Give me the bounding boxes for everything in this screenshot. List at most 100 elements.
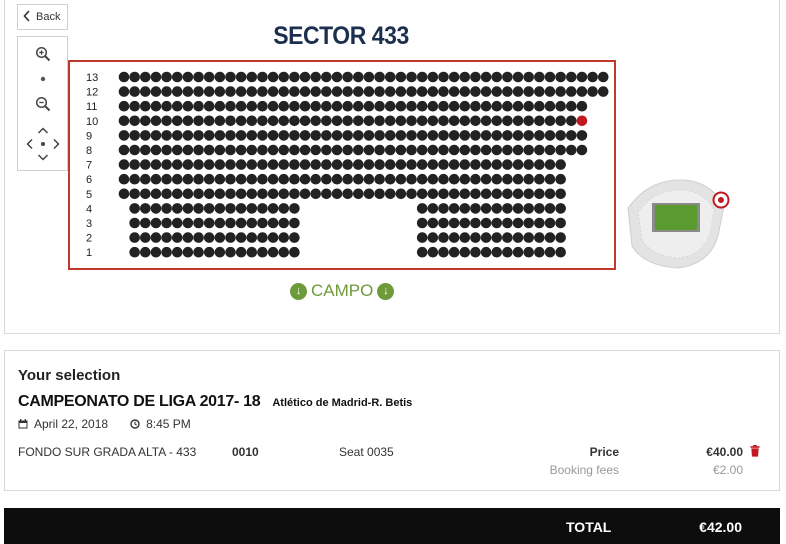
seat[interactable] <box>225 232 236 243</box>
seat[interactable] <box>427 130 439 141</box>
seat[interactable] <box>459 144 471 156</box>
seat[interactable] <box>384 173 396 185</box>
seat[interactable] <box>267 115 279 127</box>
seat[interactable] <box>353 115 364 127</box>
seat[interactable] <box>512 173 524 185</box>
seat[interactable] <box>491 217 503 229</box>
seat[interactable] <box>544 71 556 83</box>
seat[interactable] <box>587 86 598 97</box>
seat[interactable] <box>544 232 556 243</box>
seat[interactable] <box>363 100 375 112</box>
seat[interactable] <box>384 159 396 170</box>
seat[interactable] <box>502 203 513 214</box>
seat[interactable] <box>502 173 513 185</box>
seat[interactable] <box>331 71 343 83</box>
seat[interactable] <box>480 188 492 200</box>
seat[interactable] <box>427 203 439 214</box>
seat[interactable] <box>544 86 556 97</box>
seat[interactable] <box>384 188 396 200</box>
seat[interactable] <box>502 159 513 170</box>
seat[interactable] <box>321 71 332 83</box>
seat[interactable] <box>544 130 556 141</box>
seat[interactable] <box>289 130 300 141</box>
seat[interactable] <box>470 232 481 243</box>
seat[interactable] <box>363 173 375 185</box>
seat[interactable] <box>150 130 162 141</box>
seat[interactable] <box>129 203 140 214</box>
seat[interactable] <box>448 246 460 258</box>
seat[interactable] <box>523 232 534 243</box>
seat[interactable] <box>502 232 513 243</box>
seat[interactable] <box>129 86 140 97</box>
seat[interactable] <box>342 86 353 97</box>
seat[interactable] <box>448 159 460 170</box>
seat[interactable] <box>331 188 343 200</box>
seat[interactable] <box>140 86 151 97</box>
seat[interactable] <box>129 130 140 141</box>
seat[interactable] <box>150 159 162 170</box>
seat[interactable] <box>534 144 545 156</box>
seat[interactable] <box>331 100 343 112</box>
seat[interactable] <box>214 173 226 185</box>
seat[interactable] <box>161 86 172 97</box>
seat[interactable] <box>235 100 247 112</box>
seat[interactable] <box>246 217 258 229</box>
seat[interactable] <box>150 173 162 185</box>
seat[interactable] <box>214 246 226 258</box>
seat[interactable] <box>161 246 172 258</box>
seat[interactable] <box>267 203 279 214</box>
seat[interactable] <box>406 159 417 170</box>
seat[interactable] <box>203 100 215 112</box>
seat[interactable] <box>150 86 162 97</box>
seat[interactable] <box>278 144 290 156</box>
seat[interactable] <box>384 130 396 141</box>
seat[interactable] <box>257 203 268 214</box>
seat[interactable] <box>470 144 481 156</box>
seat[interactable] <box>491 246 503 258</box>
seat[interactable] <box>225 100 236 112</box>
seat[interactable] <box>289 232 300 243</box>
seat[interactable] <box>203 232 215 243</box>
seat[interactable] <box>129 115 140 127</box>
seat[interactable] <box>395 144 407 156</box>
seat[interactable] <box>161 173 172 185</box>
seat[interactable] <box>566 130 577 141</box>
seat[interactable] <box>363 188 375 200</box>
seat[interactable] <box>278 246 290 258</box>
seat[interactable] <box>246 246 258 258</box>
seat[interactable] <box>597 86 609 97</box>
seat[interactable] <box>384 86 396 97</box>
zoom-out-icon[interactable] <box>18 95 67 113</box>
seat[interactable] <box>171 188 183 200</box>
seat[interactable] <box>214 115 226 127</box>
seat[interactable] <box>267 246 279 258</box>
seat[interactable] <box>267 159 279 170</box>
seat[interactable] <box>597 71 609 83</box>
seat[interactable] <box>374 100 385 112</box>
seat[interactable] <box>512 144 524 156</box>
seat[interactable] <box>353 71 364 83</box>
seat[interactable] <box>182 86 194 97</box>
seat[interactable] <box>140 159 151 170</box>
seat[interactable] <box>491 130 503 141</box>
seat[interactable] <box>225 217 236 229</box>
seat[interactable] <box>267 130 279 141</box>
seat[interactable] <box>246 86 258 97</box>
seat[interactable] <box>566 115 577 127</box>
seat[interactable] <box>150 246 162 258</box>
seat[interactable] <box>246 159 258 170</box>
seat[interactable] <box>267 232 279 243</box>
seat[interactable] <box>235 159 247 170</box>
seat[interactable] <box>140 246 151 258</box>
seat[interactable] <box>203 71 215 83</box>
seat[interactable] <box>406 188 417 200</box>
seat[interactable] <box>161 188 172 200</box>
seat[interactable] <box>502 217 513 229</box>
seat[interactable] <box>438 217 449 229</box>
seat[interactable] <box>289 173 300 185</box>
seat[interactable] <box>331 130 343 141</box>
seat[interactable] <box>459 115 471 127</box>
seat[interactable] <box>470 130 481 141</box>
seat[interactable] <box>459 203 471 214</box>
seat[interactable] <box>118 188 130 200</box>
